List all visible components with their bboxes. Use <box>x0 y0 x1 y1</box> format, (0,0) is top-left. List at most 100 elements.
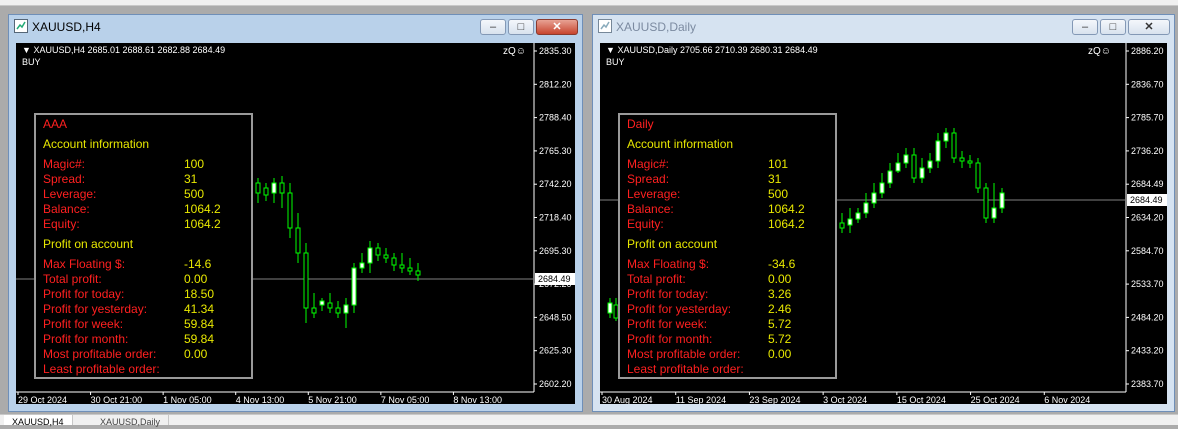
candle-body <box>895 162 901 172</box>
window-title: XAUUSD,Daily <box>616 20 697 34</box>
row-label: Profit for today: <box>627 287 709 301</box>
candle-body <box>327 302 333 309</box>
panel-row: Profit for today: 18.50 <box>43 287 243 302</box>
x-tick-label: 3 Oct 2024 <box>823 395 867 404</box>
row-label: Max Floating $: <box>43 257 126 271</box>
close-button[interactable]: ✕ <box>1128 19 1170 35</box>
x-tick-label: 23 Sep 2024 <box>749 395 800 404</box>
candle-body <box>911 154 917 179</box>
panel-row: Magic#: 101 <box>627 157 827 172</box>
candle-body <box>319 300 325 306</box>
account-heading: Account information <box>43 137 150 151</box>
candle-body <box>367 247 373 264</box>
y-tick-label: 2886.20 <box>1131 46 1164 56</box>
x-tick-label: 4 Nov 13:00 <box>236 395 285 404</box>
row-value: 1064.2 <box>768 202 805 216</box>
panel-row: Profit for yesterday: 41.34 <box>43 302 243 317</box>
symbol-header: ▼ XAUUSD,H4 2685.01 2688.61 2682.88 2684… <box>22 45 225 55</box>
zoom-smiley: zQ☺ <box>503 46 526 57</box>
minimize-button[interactable]: ‒ <box>1072 19 1098 35</box>
candle-body <box>919 167 925 179</box>
panel-row: Profit for today: 3.26 <box>627 287 827 302</box>
panel-row: Leverage: 500 <box>627 187 827 202</box>
chevron-down-icon[interactable]: ▼ <box>606 45 615 55</box>
zoom-label: zQ <box>503 46 516 57</box>
y-tick-label: 2812.20 <box>539 79 572 89</box>
profit-rows: Max Floating $: -34.6 Total profit: 0.00 Pro… <box>627 257 827 377</box>
price-marker-label: 2684.49 <box>1130 195 1163 205</box>
x-tick-label: 5 Nov 21:00 <box>308 395 357 404</box>
row-label: Profit for today: <box>43 287 125 301</box>
candle-body <box>383 254 389 259</box>
candle-body <box>343 304 349 314</box>
candle-body <box>879 182 885 194</box>
x-tick-label: 11 Sep 2024 <box>676 395 726 404</box>
close-button[interactable]: ✕ <box>536 19 578 35</box>
signal-label: BUY <box>22 57 41 67</box>
symbol-header: ▼ XAUUSD,Daily 2705.66 2710.39 2680.31 2… <box>606 45 818 55</box>
panel-row: Balance: 1064.2 <box>627 202 827 217</box>
row-label: Total profit: <box>43 272 102 286</box>
row-value: -14.6 <box>184 257 212 271</box>
candle-body <box>983 187 989 219</box>
chart-window-h4[interactable]: XAUUSD,H4 ‒ □ ✕ 2835.30 2812.20 2788.40 276… <box>8 14 583 412</box>
row-label: Max Floating $: <box>627 257 710 271</box>
x-tick-label: 30 Oct 21:00 <box>91 395 143 404</box>
restore-button[interactable]: □ <box>1100 19 1126 35</box>
row-value: 31 <box>768 172 782 186</box>
price-chart[interactable]: 2886.20 2836.70 2785.70 2736.20 2684.49 2634.… <box>600 43 1167 404</box>
row-label: Magic#: <box>627 157 670 171</box>
y-tick-label: 2684.49 <box>1131 179 1164 189</box>
row-label: Balance: <box>43 202 90 216</box>
account-rows: Magic#: 100 Spread: 31 Leverage: 500 Balance: 1… <box>43 157 243 232</box>
candle-body <box>391 257 397 266</box>
y-tick-label: 2788.40 <box>539 113 572 123</box>
restore-button[interactable]: □ <box>508 19 534 35</box>
candle-body <box>887 170 893 184</box>
row-value: 101 <box>768 157 789 171</box>
candle-body <box>287 192 293 229</box>
y-tick-label: 2634.20 <box>1131 213 1164 223</box>
candle-body <box>991 207 997 219</box>
y-tick-label: 2836.70 <box>1131 79 1164 89</box>
panel-row: Total profit: 0.00 <box>627 272 827 287</box>
candle-body <box>295 227 301 254</box>
chart-window-daily[interactable]: XAUUSD,Daily ‒ □ ✕ 2886.20 2836.70 2785.70… <box>592 14 1175 412</box>
signal-label: BUY <box>606 57 625 67</box>
price-chart[interactable]: 2835.30 2812.20 2788.40 2765.30 2742.20 2718.… <box>16 43 575 404</box>
chart-icon <box>598 19 612 33</box>
panel-row: Total profit: 0.00 <box>43 272 243 287</box>
y-tick-label: 2533.70 <box>1131 279 1164 289</box>
y-tick-label: 2648.50 <box>539 312 572 322</box>
panel-row: Leverage: 500 <box>43 187 243 202</box>
y-tick-label: 2484.20 <box>1131 312 1164 322</box>
y-tick-label: 2718.40 <box>539 213 572 223</box>
row-value: 41.34 <box>184 302 215 316</box>
profit-rows: Max Floating $: -14.6 Total profit: 0.00 Pro… <box>43 257 243 377</box>
row-value: 0.00 <box>184 347 208 361</box>
row-label: Least profitable order: <box>43 362 160 376</box>
panel-row: Profit for month: 59.84 <box>43 332 243 347</box>
row-value: 59.84 <box>184 332 215 346</box>
account-heading: Account information <box>627 137 734 151</box>
candle-body <box>967 160 973 164</box>
row-value: -34.6 <box>768 257 796 271</box>
panel-row: Least profitable order: <box>627 362 827 377</box>
minimize-button[interactable]: ‒ <box>480 19 506 35</box>
window-titlebar[interactable]: XAUUSD,H4 ‒ □ ✕ <box>9 15 582 39</box>
candle-body <box>959 157 965 162</box>
panel-row: Most profitable order: 0.00 <box>43 347 243 362</box>
x-tick-label: 30 Aug 2024 <box>602 395 653 404</box>
window-titlebar[interactable]: XAUUSD,Daily ‒ □ ✕ <box>593 15 1174 39</box>
candle-body <box>255 182 261 194</box>
candle-body <box>999 192 1005 209</box>
row-value: 0.00 <box>768 347 792 361</box>
panel-row: Spread: 31 <box>43 172 243 187</box>
row-value: 500 <box>768 187 789 201</box>
candle-body <box>303 252 309 309</box>
chevron-down-icon[interactable]: ▼ <box>22 45 31 55</box>
row-label: Profit for month: <box>43 332 129 346</box>
candle-body <box>855 212 861 220</box>
panel-row: Profit for week: 5.72 <box>627 317 827 332</box>
candle-body <box>935 140 941 162</box>
